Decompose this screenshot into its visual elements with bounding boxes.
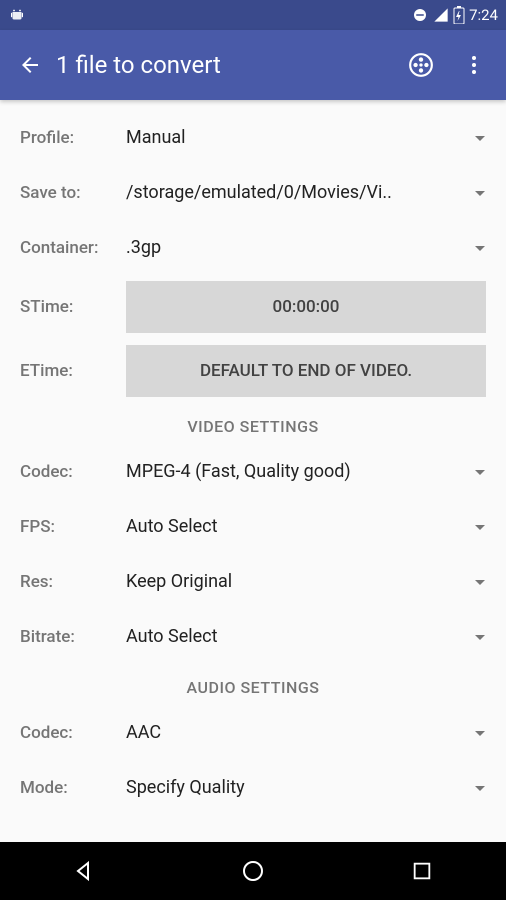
container-row[interactable]: Container: .3gp bbox=[0, 220, 506, 275]
chevron-down-icon bbox=[474, 466, 486, 478]
saveto-label: Save to: bbox=[20, 183, 126, 203]
chevron-down-icon bbox=[474, 187, 486, 199]
stime-label: STime: bbox=[20, 297, 126, 317]
video-codec-row[interactable]: Codec: MPEG-4 (Fast, Quality good) bbox=[0, 444, 506, 499]
back-button[interactable] bbox=[10, 45, 56, 85]
fps-value: Auto Select bbox=[126, 516, 217, 537]
dnd-icon bbox=[411, 6, 429, 24]
app-title: 1 file to convert bbox=[56, 51, 398, 79]
profile-row[interactable]: Profile: Manual bbox=[0, 110, 506, 165]
bitrate-value: Auto Select bbox=[126, 626, 217, 647]
profile-label: Profile: bbox=[20, 128, 126, 148]
res-value: Keep Original bbox=[126, 571, 232, 592]
nav-home-icon bbox=[241, 859, 265, 883]
res-row[interactable]: Res: Keep Original bbox=[0, 554, 506, 609]
chevron-down-icon bbox=[474, 727, 486, 739]
container-value: .3gp bbox=[126, 237, 161, 258]
etime-button[interactable]: DEFAULT TO END OF VIDEO. bbox=[126, 345, 486, 397]
chevron-down-icon bbox=[474, 242, 486, 254]
etime-label: ETime: bbox=[20, 361, 126, 381]
nav-back-icon bbox=[72, 859, 96, 883]
app-bar: 1 file to convert bbox=[0, 30, 506, 100]
status-time: 7:24 bbox=[469, 6, 498, 24]
profile-value: Manual bbox=[126, 127, 186, 148]
audio-codec-label: Codec: bbox=[20, 723, 126, 743]
video-codec-label: Codec: bbox=[20, 462, 126, 482]
nav-home-button[interactable] bbox=[213, 851, 293, 891]
audio-mode-row[interactable]: Mode: Specify Quality bbox=[0, 760, 506, 815]
audio-mode-value: Specify Quality bbox=[126, 777, 245, 798]
convert-button[interactable] bbox=[398, 42, 444, 88]
container-label: Container: bbox=[20, 238, 126, 258]
chevron-down-icon bbox=[474, 782, 486, 794]
audio-section-header: AUDIO SETTINGS bbox=[0, 664, 506, 705]
content: Profile: Manual Save to: /storage/emulat… bbox=[0, 100, 506, 825]
video-section-header: VIDEO SETTINGS bbox=[0, 403, 506, 444]
audio-codec-row[interactable]: Codec: AAC bbox=[0, 705, 506, 760]
nav-back-button[interactable] bbox=[44, 851, 124, 891]
battery-icon bbox=[453, 6, 465, 24]
chevron-down-icon bbox=[474, 631, 486, 643]
chevron-down-icon bbox=[474, 132, 486, 144]
signal-icon bbox=[433, 7, 449, 23]
bitrate-row[interactable]: Bitrate: Auto Select bbox=[0, 609, 506, 664]
stime-button[interactable]: 00:00:00 bbox=[126, 281, 486, 333]
chevron-down-icon bbox=[474, 576, 486, 588]
audio-codec-value: AAC bbox=[126, 722, 161, 743]
nav-recent-icon bbox=[411, 860, 433, 882]
film-reel-icon bbox=[408, 52, 434, 78]
status-bar: 7:24 bbox=[0, 0, 506, 30]
android-icon bbox=[8, 6, 26, 24]
nav-bar bbox=[0, 842, 506, 900]
nav-recent-button[interactable] bbox=[382, 851, 462, 891]
more-vert-icon bbox=[462, 53, 486, 77]
fps-row[interactable]: FPS: Auto Select bbox=[0, 499, 506, 554]
menu-button[interactable] bbox=[452, 43, 496, 87]
stime-row: STime: 00:00:00 bbox=[0, 275, 506, 339]
audio-mode-label: Mode: bbox=[20, 778, 126, 798]
res-label: Res: bbox=[20, 572, 126, 592]
saveto-row[interactable]: Save to: /storage/emulated/0/Movies/Vi.. bbox=[0, 165, 506, 220]
etime-row: ETime: DEFAULT TO END OF VIDEO. bbox=[0, 339, 506, 403]
chevron-down-icon bbox=[474, 521, 486, 533]
bitrate-label: Bitrate: bbox=[20, 627, 126, 647]
back-arrow-icon bbox=[18, 53, 42, 77]
fps-label: FPS: bbox=[20, 517, 126, 537]
video-codec-value: MPEG-4 (Fast, Quality good) bbox=[126, 461, 351, 482]
saveto-value: /storage/emulated/0/Movies/Vi.. bbox=[126, 182, 392, 203]
